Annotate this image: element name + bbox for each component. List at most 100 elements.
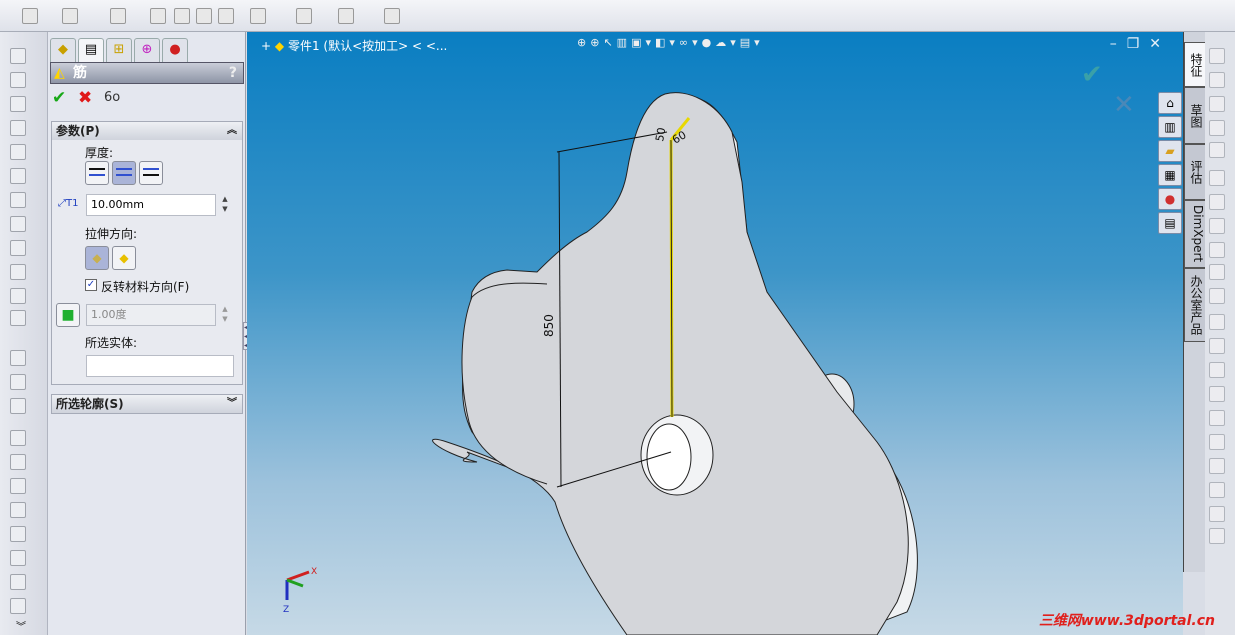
sweep-icon[interactable] bbox=[10, 72, 26, 88]
surface-icon[interactable] bbox=[10, 350, 26, 366]
custom-properties-icon[interactable]: ▤ bbox=[1158, 212, 1182, 234]
selected-bodies-label: 所选实体: bbox=[85, 336, 138, 350]
linear-pattern-icon[interactable] bbox=[1209, 338, 1225, 354]
lofted-boss-icon[interactable] bbox=[1209, 120, 1225, 136]
file-explorer-icon[interactable]: ▰ bbox=[1158, 140, 1182, 162]
draft-angle-input[interactable]: 1.00度 bbox=[86, 304, 216, 326]
thickness-input[interactable]: 10.00mm bbox=[86, 194, 216, 216]
draft-icon[interactable] bbox=[10, 168, 26, 184]
watermark: 三维网www.3dportal.cn bbox=[1038, 613, 1215, 629]
hole-wizard-icon[interactable] bbox=[1209, 194, 1225, 210]
task-pane-tabs: ⌂ ▥ ▰ ▦ ● ▤ bbox=[1158, 92, 1182, 236]
tab-features[interactable]: 特征 bbox=[1184, 42, 1206, 87]
rib-icon[interactable] bbox=[1209, 362, 1225, 378]
draft-toggle-button[interactable]: ■ bbox=[56, 303, 80, 327]
preview-glasses-icon[interactable]: 6o bbox=[104, 90, 120, 105]
fillet-icon[interactable] bbox=[1209, 314, 1225, 330]
hole-icon[interactable] bbox=[218, 8, 234, 24]
draft-icon[interactable] bbox=[1209, 386, 1225, 402]
reference-geometry-icon[interactable] bbox=[1209, 506, 1225, 522]
cancel-x-icon[interactable]: ✖ bbox=[78, 88, 92, 108]
reference-geometry-icon[interactable] bbox=[296, 8, 312, 24]
boundary-cut-icon[interactable] bbox=[1209, 288, 1225, 304]
tab-office-products[interactable]: 办公室产品 bbox=[1184, 268, 1206, 342]
curves-icon[interactable] bbox=[338, 8, 354, 24]
dimension-850-label[interactable]: 850 bbox=[542, 314, 556, 337]
thickness-spinner[interactable]: ▲ ▼ bbox=[219, 194, 231, 216]
tab-dimxpert[interactable]: DimXpert bbox=[1184, 200, 1206, 268]
extruded-cut-icon[interactable] bbox=[1209, 170, 1225, 186]
hole-wizard-icon[interactable] bbox=[10, 264, 26, 280]
lofted-cut-icon[interactable] bbox=[1209, 264, 1225, 280]
tab-sketch[interactable]: 草图 bbox=[1184, 87, 1206, 144]
pattern-icon[interactable] bbox=[250, 8, 266, 24]
swept-boss-icon[interactable] bbox=[1209, 96, 1225, 112]
chamfer-icon[interactable] bbox=[10, 192, 26, 208]
reference-icon[interactable] bbox=[10, 310, 26, 326]
extruded-boss-icon[interactable] bbox=[1209, 48, 1225, 64]
view-palette-icon[interactable]: ▦ bbox=[1158, 164, 1182, 186]
manager-tabs: ◆ ▤ ⊞ ⊕ ● bbox=[48, 36, 246, 62]
offset-surface-icon[interactable] bbox=[10, 374, 26, 390]
flange-icon[interactable] bbox=[10, 454, 26, 470]
freeform-icon[interactable] bbox=[10, 288, 26, 304]
appearances-icon[interactable]: ● bbox=[1158, 188, 1182, 210]
home-icon[interactable]: ⌂ bbox=[1158, 92, 1182, 114]
flip-material-checkbox[interactable]: ✓ bbox=[85, 279, 97, 291]
revolve-icon[interactable] bbox=[150, 8, 166, 24]
dimxpert-tab-icon[interactable]: ⊕ bbox=[134, 38, 160, 62]
structural-member-icon[interactable] bbox=[10, 598, 26, 614]
display-manager-tab-icon[interactable]: ● bbox=[162, 38, 188, 62]
mirror-icon[interactable] bbox=[1209, 482, 1225, 498]
revolved-cut-icon[interactable] bbox=[1209, 218, 1225, 234]
thickness-both-sides-button[interactable] bbox=[112, 161, 136, 185]
extrude-icon[interactable] bbox=[110, 8, 126, 24]
help-button[interactable]: ? bbox=[229, 63, 237, 83]
svg-text:Z: Z bbox=[283, 605, 289, 615]
hem-icon[interactable] bbox=[10, 478, 26, 494]
sheetmetal-icon[interactable] bbox=[10, 430, 26, 446]
boundary-boss-icon[interactable] bbox=[1209, 142, 1225, 158]
unfold-icon[interactable] bbox=[10, 550, 26, 566]
wrap-icon[interactable] bbox=[1209, 434, 1225, 450]
shell-icon[interactable] bbox=[174, 8, 190, 24]
tab-evaluate[interactable]: 评估 bbox=[1184, 144, 1206, 200]
thickness-second-side-button[interactable] bbox=[139, 161, 163, 185]
curves-icon[interactable] bbox=[1209, 528, 1225, 544]
save-icon[interactable] bbox=[62, 8, 78, 24]
selected-bodies-list[interactable] bbox=[86, 355, 234, 377]
normal-to-sketch-button[interactable]: ◆ bbox=[112, 246, 136, 270]
combine-icon[interactable] bbox=[196, 8, 212, 24]
loft-icon[interactable] bbox=[10, 398, 26, 414]
bend-icon[interactable] bbox=[10, 526, 26, 542]
feature-manager-tab-icon[interactable]: ◆ bbox=[50, 38, 76, 62]
parameters-header[interactable]: 参数(P) ︽ bbox=[52, 122, 242, 140]
shell-icon[interactable] bbox=[10, 96, 26, 112]
thickness-first-side-button[interactable] bbox=[85, 161, 109, 185]
revolved-boss-icon[interactable] bbox=[1209, 72, 1225, 88]
more-chevron-icon[interactable]: ︾ bbox=[16, 618, 26, 633]
dome-icon[interactable] bbox=[1209, 458, 1225, 474]
configuration-manager-tab-icon[interactable]: ⊞ bbox=[106, 38, 132, 62]
jog-icon[interactable] bbox=[10, 502, 26, 518]
draft-spinner[interactable]: ▲ ▼ bbox=[219, 304, 231, 326]
ok-check-icon[interactable]: ✔ bbox=[52, 88, 66, 108]
shell-icon[interactable] bbox=[1209, 410, 1225, 426]
wrap-icon[interactable] bbox=[10, 144, 26, 160]
dimension-50-label[interactable]: 50 bbox=[653, 126, 668, 142]
new-icon[interactable] bbox=[22, 8, 38, 24]
parallel-to-sketch-button[interactable]: ◆ bbox=[85, 246, 109, 270]
graphics-area[interactable]: + ◆ 零件1 (默认<按加工> < <... ⊕⊕↖▥▣▾◧▾∞▾●☁▾▤▾ … bbox=[247, 32, 1183, 635]
instant3d-icon[interactable] bbox=[384, 8, 400, 24]
3d-sketch-icon[interactable] bbox=[10, 48, 26, 64]
dome-icon[interactable] bbox=[10, 240, 26, 256]
expand-chevron-icon[interactable]: ︾ bbox=[227, 395, 237, 413]
weldment-icon[interactable] bbox=[10, 574, 26, 590]
swept-cut-icon[interactable] bbox=[1209, 242, 1225, 258]
selected-contours-header[interactable]: 所选轮廓(S) ︾ bbox=[52, 395, 242, 413]
mirror-icon[interactable] bbox=[10, 120, 26, 136]
collapse-chevron-icon[interactable]: ︽ bbox=[227, 122, 237, 140]
rib-icon[interactable] bbox=[10, 216, 26, 232]
design-library-icon[interactable]: ▥ bbox=[1158, 116, 1182, 138]
property-manager-tab-icon[interactable]: ▤ bbox=[78, 38, 104, 62]
